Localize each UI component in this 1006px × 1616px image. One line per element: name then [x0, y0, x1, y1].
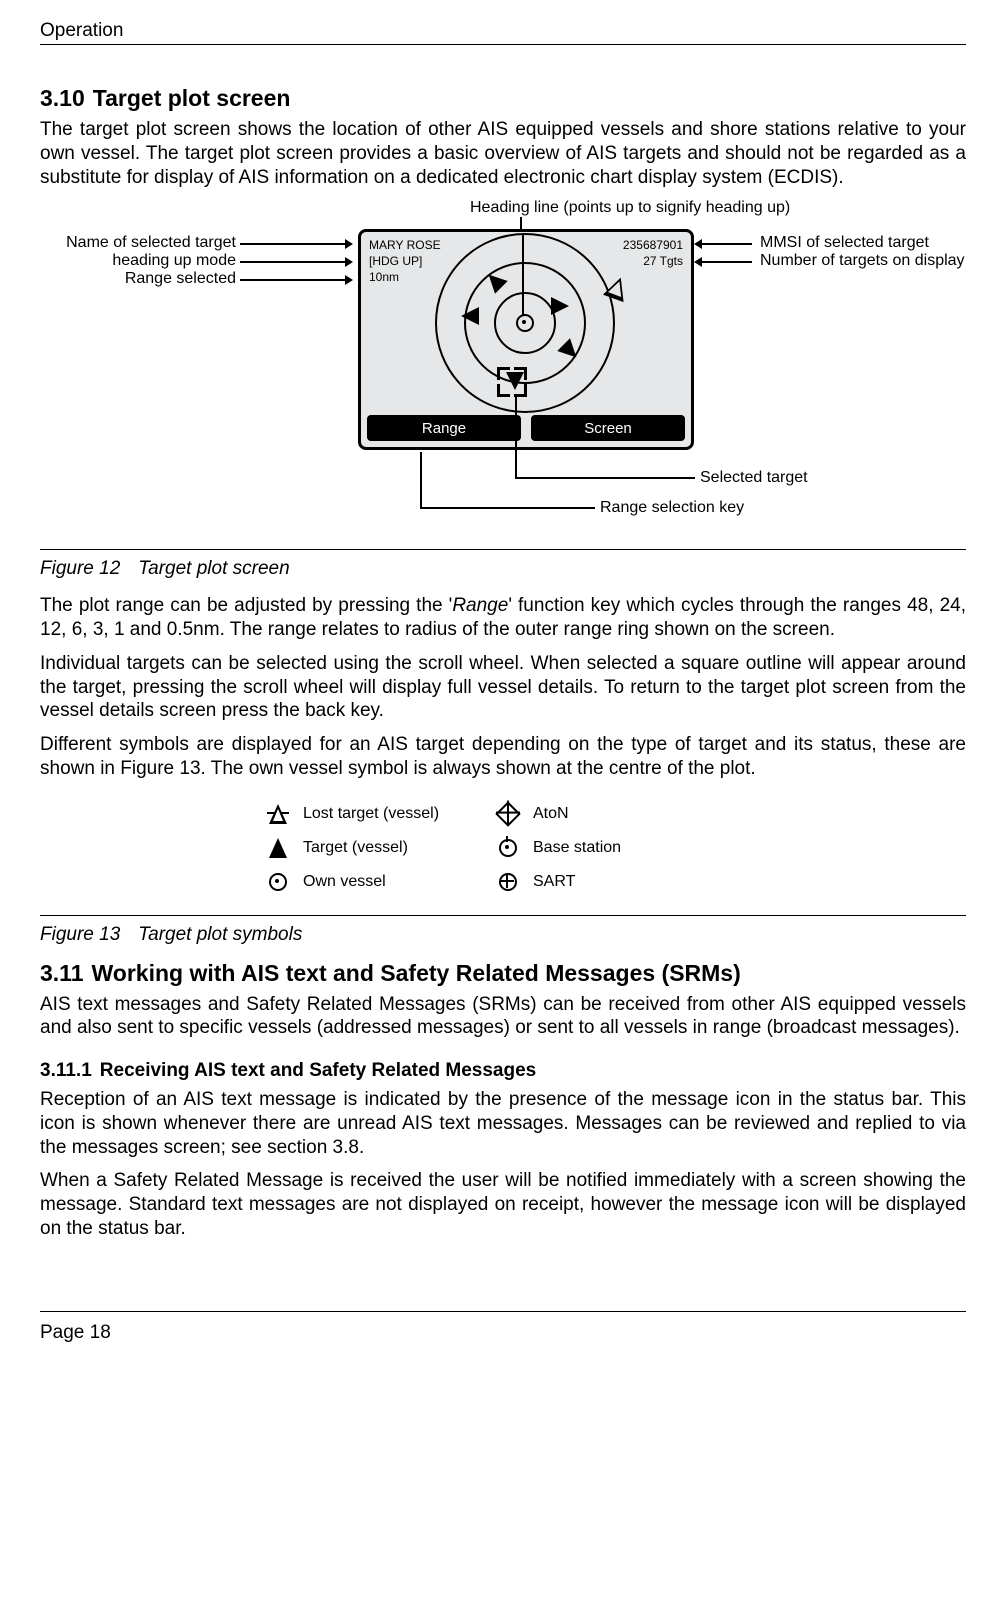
legend-lost-target: Lost target (vessel) [303, 805, 493, 823]
callout-name: Name of selected target [66, 234, 236, 252]
para-select: Individual targets can be selected using… [40, 652, 966, 723]
figure-13-caption: Figure 13 Target plot symbols [40, 915, 966, 946]
selected-target-box [497, 367, 527, 397]
figure-title: Target plot symbols [138, 924, 302, 945]
section-number: 3.11 [40, 960, 84, 986]
section-3-11-title: 3.11 Working with AIS text and Safety Rel… [40, 960, 966, 987]
section-number: 3.11.1 [40, 1060, 92, 1081]
para-range: The plot range can be adjusted by pressi… [40, 594, 966, 642]
callout-mode: heading up mode [112, 252, 236, 270]
target-icon [461, 307, 479, 325]
target-icon [551, 297, 569, 315]
callout-range-key: Range selection key [600, 499, 744, 517]
figure-12: Heading line (points up to signify headi… [40, 199, 966, 529]
section-heading: Target plot screen [93, 85, 291, 111]
section-3-11-1-p1: Reception of an AIS text message is indi… [40, 1088, 966, 1159]
softkey-screen[interactable]: Screen [531, 415, 685, 441]
heading-line [522, 233, 524, 318]
aton-icon [495, 801, 520, 826]
callout-range-sel: Range selected [125, 270, 236, 288]
para-symbols: Different symbols are displayed for an A… [40, 733, 966, 781]
callout-mmsi: MMSI of selected target [760, 234, 929, 252]
callout-count: Number of targets on display [760, 252, 965, 270]
section-3-10-p1: The target plot screen shows the locatio… [40, 118, 966, 189]
section-3-11-1-title: 3.11.1 Receiving AIS text and Safety Rela… [40, 1060, 966, 1082]
callout-selected-target: Selected target [700, 469, 808, 487]
figure-12-caption: Figure 12 Target plot screen [40, 549, 966, 580]
lcd-target-name: MARY ROSE [369, 238, 441, 252]
section-3-10-title: 3.10 Target plot screen [40, 85, 966, 112]
sart-icon [499, 873, 517, 891]
figure-number: Figure 13 [40, 924, 120, 945]
legend-aton: AtoN [533, 805, 723, 823]
legend-target: Target (vessel) [303, 839, 493, 857]
chapter-header: Operation [40, 20, 966, 45]
figure-number: Figure 12 [40, 558, 120, 579]
section-number: 3.10 [40, 85, 85, 111]
figure-13: Lost target (vessel) AtoN Target (vessel… [263, 801, 743, 895]
section-heading: Working with AIS text and Safety Related… [92, 960, 741, 986]
legend-own-vessel: Own vessel [303, 873, 493, 891]
lcd-range: 10nm [369, 270, 399, 284]
legend-base-station: Base station [533, 839, 723, 857]
base-station-icon [499, 839, 517, 857]
section-3-11-1-p2: When a Safety Related Message is receive… [40, 1169, 966, 1240]
callout-heading-line: Heading line (points up to signify headi… [470, 199, 790, 217]
lcd-screen: MARY ROSE [HDG UP] 10nm 235687901 27 Tgt… [358, 229, 694, 450]
own-vessel-icon [269, 873, 287, 891]
section-heading: Receiving AIS text and Safety Related Me… [100, 1060, 536, 1081]
figure-title: Target plot screen [138, 558, 289, 579]
softkey-range[interactable]: Range [367, 415, 521, 441]
lost-target-icon [269, 804, 287, 824]
page-footer: Page 18 [40, 1311, 966, 1344]
section-3-11-p1: AIS text messages and Safety Related Mes… [40, 993, 966, 1041]
legend-sart: SART [533, 873, 723, 891]
target-icon [269, 838, 287, 858]
lcd-target-count: 27 Tgts [643, 254, 683, 268]
lcd-mmsi: 235687901 [623, 238, 683, 252]
lcd-mode: [HDG UP] [369, 254, 422, 268]
